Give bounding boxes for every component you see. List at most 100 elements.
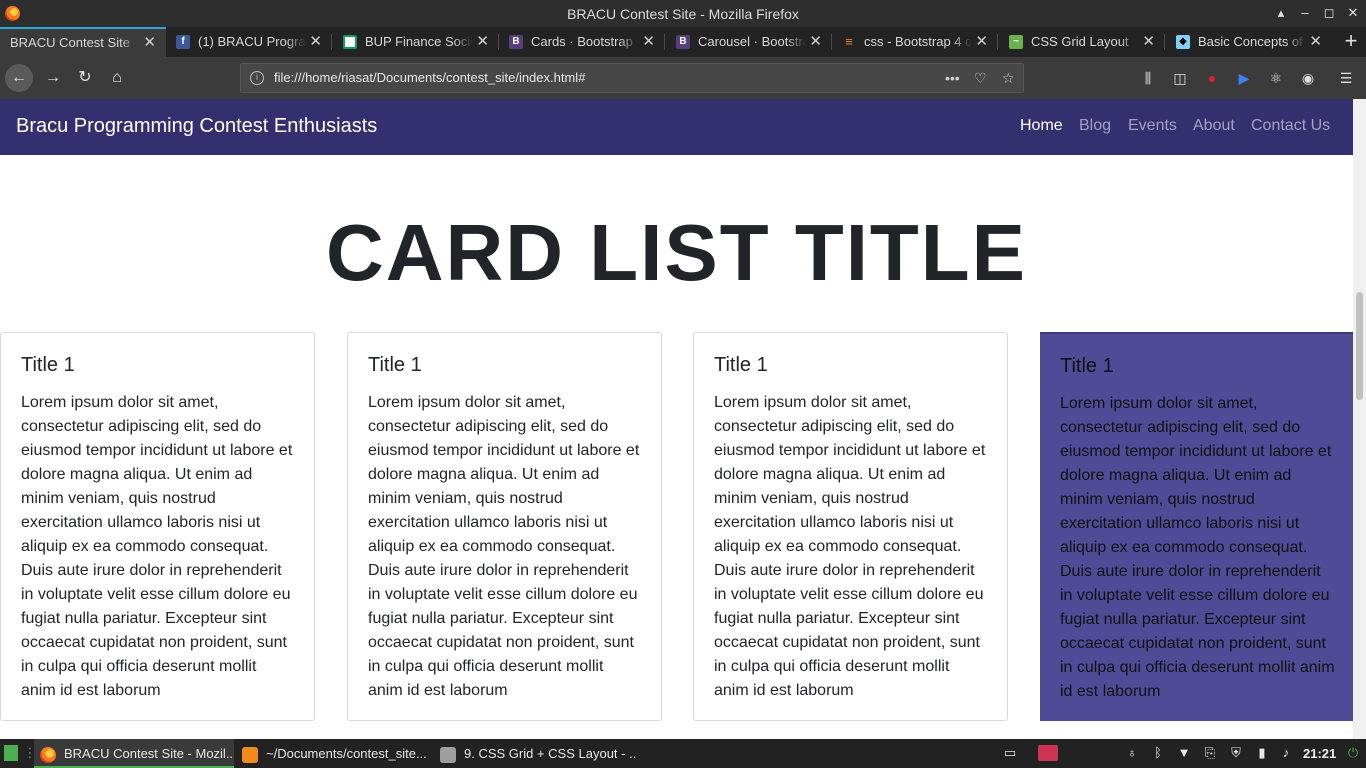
tray-app-icon[interactable] [1038,745,1058,761]
tab-label: BUP Finance Society [365,27,473,57]
tab-close-icon[interactable]: ✕ [642,27,655,57]
window-titlebar: BRACU Contest Site - Mozilla Firefox ▴ –… [0,0,1366,27]
tab-close-icon[interactable]: ✕ [309,27,322,57]
card-title: Title 1 [1060,355,1114,377]
site-brand[interactable]: Bracu Programming Contest Enthusiasts [16,115,377,138]
tray-window-icon[interactable]: ▭ [1002,745,1018,761]
tab-mdn-basic-concepts[interactable]: ◆ Basic Concepts of ✕ [1166,27,1332,57]
tab-facebook[interactable]: f (1) BRACU Programming ✕ [166,27,332,57]
window-close-button[interactable]: ✕ [1342,3,1364,23]
tab-separator [664,34,665,50]
back-button[interactable]: ← [5,64,33,92]
clipboard-icon[interactable]: ⎘ [1202,745,1218,761]
tab-bootstrap-carousel[interactable]: B Carousel · Bootstrap ✕ [666,27,832,57]
tab-label: (1) BRACU Programming [198,27,306,57]
taskbar-item-firefox[interactable]: BRACU Contest Site - Mozil... [34,739,234,768]
site-info-icon[interactable]: i [250,71,264,85]
card-body: Lorem ipsum dolor sit amet, consectetur … [21,394,293,699]
browser-toolbar: ← → ↻ ⌂ i file:///home/riasat/Documents/… [0,57,1366,99]
tab-close-icon[interactable]: ✕ [975,27,988,57]
react-devtools-icon[interactable]: ⚛ [1266,68,1286,88]
page-actions-icon[interactable]: ••• [945,64,960,92]
card-title: Title 1 [714,354,768,376]
taskbar-item-folder[interactable]: 9. CSS Grid + CSS Layout - ... [436,739,636,768]
menu-icon[interactable]: ☰ [1336,68,1356,88]
desktop-taskbar: ⋮ BRACU Contest Site - Mozil... ~/Docume… [0,739,1366,768]
bookmark-star-icon[interactable]: ☆ [1002,64,1015,92]
card-body: Lorem ipsum dolor sit amet, consectetur … [368,394,640,699]
page-scrollbar[interactable] [1353,99,1366,739]
taskbar-clock[interactable]: 21:21 [1303,739,1336,768]
window-title: BRACU Contest Site - Mozilla Firefox [567,6,799,22]
url-text: file:///home/riasat/Documents/contest_si… [274,70,586,85]
tab-bup-finance[interactable]: BUP Finance Society ✕ [333,27,499,57]
window-shade-button[interactable]: ▴ [1270,3,1292,23]
tab-stackoverflow[interactable]: ≡ css - Bootstrap 4 c ✕ [832,27,998,57]
card-title: Title 1 [21,354,75,376]
shield-icon[interactable]: ⛨ [1228,745,1244,761]
tab-close-icon[interactable]: ✕ [1142,27,1155,57]
tab-close-icon[interactable]: ✕ [476,27,489,57]
sublime-icon [242,746,258,763]
volume-icon[interactable]: ♪ [1278,745,1294,761]
mdn-icon: ◆ [1176,35,1190,49]
nav-link-contact-us[interactable]: Contact Us [1251,117,1330,135]
tab-label: CSS Grid Layout [1031,27,1139,57]
sidebar-icon[interactable]: ◫ [1170,68,1190,88]
tab-label: Basic Concepts of [1198,27,1306,57]
folder-icon [440,746,456,763]
tab-close-icon[interactable]: ✕ [809,27,822,57]
tab-label: Cards · Bootstrap [531,27,639,57]
new-tab-button[interactable]: + [1336,27,1366,57]
taskbar-item-label: BRACU Contest Site - Mozil... [64,746,234,761]
tab-close-icon[interactable]: ✕ [143,29,156,56]
start-menu-icon[interactable] [4,745,18,761]
url-bar[interactable]: i file:///home/riasat/Documents/contest_… [240,63,1024,93]
reload-button[interactable]: ↻ [71,64,99,92]
tray-bulb-icon[interactable]: ♁ [1124,745,1140,761]
nav-link-events[interactable]: Events [1128,117,1177,135]
window-minimize-button[interactable]: – [1294,3,1316,23]
taskbar-item-sublime[interactable]: ~/Documents/contest_site... [236,739,436,768]
power-icon[interactable]: ⏻ [1345,745,1361,761]
window-maximize-button[interactable]: ◻ [1318,3,1340,23]
tab-close-icon[interactable]: ✕ [1309,27,1322,57]
ublock-icon[interactable]: ● [1202,68,1222,88]
tab-css-grid[interactable]: ~ CSS Grid Layout ✕ [999,27,1165,57]
scrollbar-thumb[interactable] [1356,292,1363,400]
tab-separator [997,34,998,50]
battery-icon[interactable]: ▮ [1254,745,1270,761]
card-title: Title 1 [368,354,422,376]
firefox-icon [40,746,56,763]
nav-link-about[interactable]: About [1193,117,1235,135]
card: Title 1 Lorem ipsum dolor sit amet, cons… [693,332,1008,721]
card-body: Lorem ipsum dolor sit amet, consectetur … [714,394,986,699]
facebook-icon: f [176,35,190,49]
home-button[interactable]: ⌂ [103,64,131,92]
bootstrap-icon: B [676,35,690,49]
tab-strip: BRACU Contest Site ✕ f (1) BRACU Program… [0,27,1366,57]
wifi-icon[interactable]: ▼ [1176,745,1192,761]
tab-bootstrap-cards[interactable]: B Cards · Bootstrap ✕ [499,27,665,57]
library-icon[interactable]: ⫼ [1138,68,1158,88]
nav-link-blog[interactable]: Blog [1079,117,1111,135]
bluetooth-icon[interactable]: ᛒ [1150,745,1166,761]
taskbar-item-label: ~/Documents/contest_site... [266,746,427,761]
grid-icon: ~ [1009,35,1023,49]
forward-button[interactable]: → [39,64,67,92]
site-navbar: Bracu Programming Contest Enthusiasts Ho… [0,99,1353,155]
tab-bracu-contest-site[interactable]: BRACU Contest Site ✕ [0,27,166,57]
extension-play-icon[interactable]: ▶ [1234,68,1254,88]
card: Title 1 Lorem ipsum dolor sit amet, cons… [347,332,662,721]
pocket-icon[interactable]: ♡ [974,64,987,92]
card: Title 1 Lorem ipsum dolor sit amet, cons… [0,332,315,721]
account-icon[interactable]: ◉ [1298,68,1318,88]
nav-link-home[interactable]: Home [1020,117,1063,135]
tab-label: css - Bootstrap 4 c [864,27,972,57]
tab-label: BRACU Contest Site [10,29,140,56]
card-body: Lorem ipsum dolor sit amet, consectetur … [1060,395,1335,700]
page-viewport: Bracu Programming Contest Enthusiasts Ho… [0,99,1353,739]
tab-separator [331,34,332,50]
bootstrap-icon: B [509,35,523,49]
taskbar-item-label: 9. CSS Grid + CSS Layout - ... [464,746,636,761]
